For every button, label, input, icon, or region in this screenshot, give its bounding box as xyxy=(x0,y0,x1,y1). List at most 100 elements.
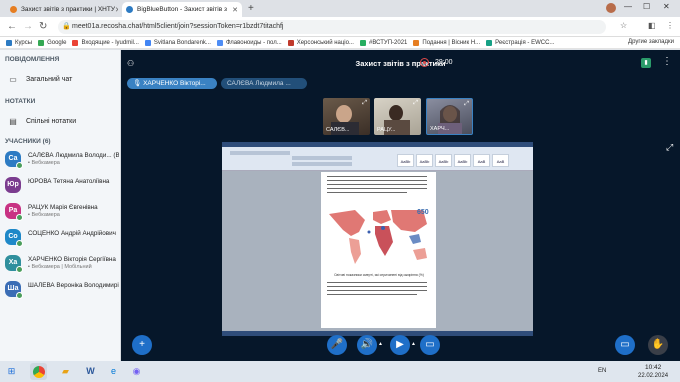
left-sidebar: ПОВІДОМЛЕННЯ ▭ Загальний чат НОТАТКИ ▤ С… xyxy=(0,50,121,361)
participant-name: ЮРОВА Тетяна Анатоліївна xyxy=(28,178,110,185)
bookmark-icon xyxy=(413,39,420,46)
edge-icon[interactable]: e xyxy=(105,363,122,380)
record-icon[interactable] xyxy=(420,58,429,67)
bookmark-item[interactable]: Флавоноиды - пол... xyxy=(216,39,282,46)
bookmark-item[interactable]: Курсы xyxy=(6,39,32,46)
notes-icon: ▤ xyxy=(9,117,17,126)
microphone-button[interactable]: 🎤 xyxy=(327,335,347,355)
talking-indicator: САЛЄВА Людмила ... xyxy=(221,78,307,89)
keyboard-language[interactable]: EN xyxy=(598,368,606,374)
fullscreen-presentation-icon[interactable]: ⤢ xyxy=(666,142,673,153)
public-chat-item[interactable]: ▭ Загальний чат xyxy=(8,75,72,84)
bookmark-item[interactable]: Google xyxy=(38,39,66,46)
reload-icon[interactable]: ↻ xyxy=(39,21,47,32)
site-favicon-icon xyxy=(10,6,17,13)
bookmark-icon xyxy=(287,39,294,46)
screenshare-view[interactable]: AaBb AaBb AaBb AaBb AaB AaB 650 Світові … xyxy=(222,142,533,336)
maximize-icon[interactable]: ☐ xyxy=(643,2,650,11)
tab-title: BigBlueButton - Захист звітів з xyxy=(137,6,227,13)
word-icon[interactable]: W xyxy=(82,363,99,380)
close-tab-icon[interactable]: ✕ xyxy=(232,6,238,14)
bookmark-item[interactable]: Входящие - lyudmil... xyxy=(72,39,139,46)
bookmark-item[interactable]: Подання | Вісник Н... xyxy=(413,39,480,46)
fullscreen-icon[interactable]: ⤢ xyxy=(413,100,418,107)
meeting-area: ⚇ Захист звітів з практики 29:00 ▮ ⋮ 🎙 Х… xyxy=(121,50,680,361)
world-map-figure: 650 xyxy=(325,202,433,270)
menu-icon[interactable]: ⋮ xyxy=(666,21,674,30)
participant-name: ШАЛЕВА Вероніка Володимирі... xyxy=(28,282,119,289)
webcam-label: САЛЄВ... xyxy=(326,127,350,133)
participant-row[interactable]: Ша ШАЛЕВА Вероніка Володимирі... xyxy=(5,281,119,299)
viber-icon[interactable]: ◉ xyxy=(128,363,145,380)
gmail-icon xyxy=(72,39,79,46)
recording-timer: 29:00 xyxy=(435,59,453,66)
new-tab-icon[interactable]: + xyxy=(248,3,254,14)
mic-icon: 🎙 xyxy=(133,80,144,87)
avatar: Юр xyxy=(5,177,21,193)
bookmark-item[interactable]: Реєстрація - EWCC... xyxy=(486,39,554,46)
chevron-up-icon[interactable]: ▲ xyxy=(411,341,416,347)
messages-section-title: ПОВІДОМЛЕННЯ xyxy=(5,56,60,63)
webcam-tile[interactable]: ⤢ САЛЄВ... xyxy=(323,98,370,135)
close-window-icon[interactable]: ✕ xyxy=(663,2,670,11)
style-preset: AaBb xyxy=(397,154,414,167)
minimize-icon[interactable]: — xyxy=(624,2,632,11)
star-icon[interactable]: ☆ xyxy=(620,21,627,30)
participants-section-title: УЧАСНИКИ (6) xyxy=(5,138,51,145)
bookmark-icon xyxy=(144,39,151,46)
mic-icon: 🎤 xyxy=(330,339,344,350)
lock-icon: 🔒 xyxy=(62,23,71,30)
document-page: 650 Світові показники смерті, які спричи… xyxy=(321,172,436,328)
chevron-up-icon[interactable]: ▲ xyxy=(378,341,383,347)
avatar: Са xyxy=(5,151,23,169)
chrome-taskbar-icon[interactable] xyxy=(30,363,47,380)
avatar: Ша xyxy=(5,281,23,299)
webcam-tile[interactable]: ⤢ ХАРЧ... xyxy=(426,98,473,135)
bookmark-item[interactable]: Херсонський націо... xyxy=(287,39,354,46)
fullscreen-icon[interactable]: ⤢ xyxy=(362,100,367,107)
forward-icon[interactable]: → xyxy=(23,21,33,32)
extensions-icon[interactable]: ◧ xyxy=(648,21,656,30)
clock-date[interactable]: 22.02.2024 xyxy=(638,373,668,379)
windows-start-icon[interactable]: ⊞ xyxy=(3,363,20,380)
participant-row[interactable]: Ра РАЦУК Марія Євгенівна ▪ Вебкамера xyxy=(5,203,119,221)
folder-icon[interactable]: ▰ xyxy=(57,363,74,380)
actions-plus-button[interactable]: + xyxy=(132,335,152,355)
participant-name: ХАРЧЕНКО Вікторія Сергіївна xyxy=(28,256,116,263)
url-field[interactable]: 🔒 meet01a.recosha.chat/html5client/join?… xyxy=(58,20,606,34)
webcam-tile[interactable]: ⤢ РАЦУ... xyxy=(374,98,421,135)
audio-button[interactable]: 🔊 xyxy=(357,335,377,355)
bookmark-item[interactable]: Svitlana Bondarenk... xyxy=(144,39,211,46)
address-bar-row: ← → ↻ 🔒 meet01a.recosha.chat/html5client… xyxy=(0,17,680,37)
style-preset: AaB xyxy=(492,154,509,167)
raise-hand-button[interactable]: ✋ xyxy=(648,335,668,355)
camera-button[interactable]: ▶ xyxy=(390,335,410,355)
avatar: Ха xyxy=(5,255,23,273)
shared-notes-item[interactable]: ▤ Спільні нотатки xyxy=(8,117,76,126)
tab-title: Захист звітів з практики | ХНТУ xyxy=(21,6,115,13)
back-icon[interactable]: ← xyxy=(7,21,17,32)
bookmark-item[interactable]: #ВСТУП-2021 xyxy=(359,39,407,46)
more-options-icon[interactable]: ⋮ xyxy=(662,56,672,67)
video-camera-icon: ▶ xyxy=(396,339,404,350)
browser-tab-1[interactable]: Захист звітів з практики | ХНТУ ✕ xyxy=(6,2,118,17)
participant-row[interactable]: Юр ЮРОВА Тетяна Анатоліївна xyxy=(5,177,119,195)
browser-tab-2[interactable]: BigBlueButton - Захист звітів з ✕ xyxy=(122,2,242,17)
other-bookmarks[interactable]: Другие закладки xyxy=(628,39,674,45)
screenshare-button[interactable]: ▭ xyxy=(420,335,440,355)
close-tab-icon[interactable]: ✕ xyxy=(115,6,118,14)
bookmark-icon xyxy=(6,39,12,46)
clock-time[interactable]: 10:42 xyxy=(645,364,661,371)
chart-number: 650 xyxy=(417,209,429,216)
style-preset: AaBb xyxy=(416,154,433,167)
participant-row[interactable]: Са САЛЄВА Людмила Володи... (Ви) ▪ Вебка… xyxy=(5,151,119,169)
participant-row[interactable]: Со СОЦЕНКО Андрій Андрійович xyxy=(5,229,119,247)
style-preset: AaB xyxy=(473,154,490,167)
participant-row[interactable]: Ха ХАРЧЕНКО Вікторія Сергіївна ▪ Вебкаме… xyxy=(5,255,119,273)
bookmark-icon xyxy=(486,39,493,46)
presentation-toggle-button[interactable]: ▭ xyxy=(615,335,635,355)
bookmark-icon xyxy=(359,39,366,46)
profile-avatar[interactable] xyxy=(606,3,616,13)
fullscreen-icon[interactable]: ⤢ xyxy=(464,101,469,108)
connection-status-icon[interactable]: ▮ xyxy=(641,58,651,68)
